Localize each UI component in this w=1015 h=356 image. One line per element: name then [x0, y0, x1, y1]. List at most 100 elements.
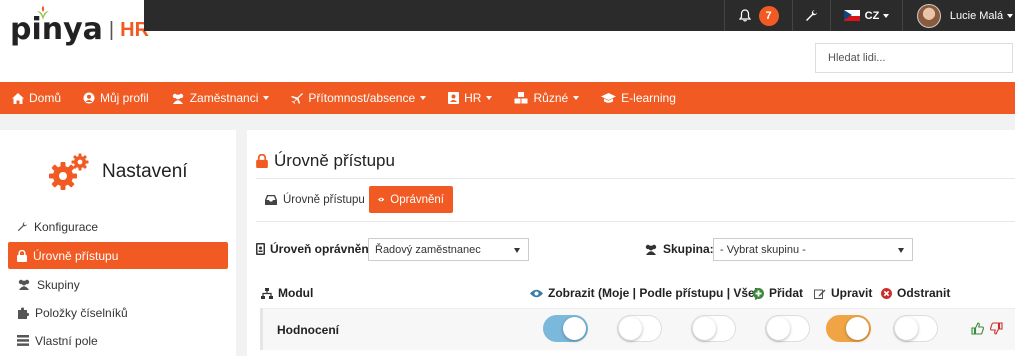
sidebar-item-label: Skupiny — [37, 277, 80, 292]
users-icon — [18, 279, 30, 290]
tab-label: Oprávnění — [390, 193, 444, 206]
chevron-down-icon — [898, 248, 904, 253]
sitemap-icon — [261, 287, 273, 299]
home-icon — [12, 92, 24, 104]
sidebar-item-custom-fields[interactable]: Vlastní pole — [8, 327, 228, 354]
nav-item-label: E-learning — [621, 91, 676, 105]
tab-label: Úrovně přístupu — [283, 193, 365, 206]
nav-item-elearning[interactable]: E-learning — [601, 91, 676, 105]
chevron-down-icon — [486, 96, 493, 100]
settings-button[interactable] — [792, 0, 830, 31]
czech-flag-icon — [843, 10, 860, 21]
language-selector[interactable]: CZ — [830, 0, 902, 31]
cubes-icon — [514, 92, 528, 104]
lock-icon — [256, 154, 268, 168]
bell-icon — [738, 9, 751, 22]
divider — [256, 221, 1015, 222]
nav-item-hr[interactable]: HR — [448, 91, 493, 105]
logo-separator: | — [108, 19, 115, 41]
main-nav: Domů Můj profil Zaměstnanci Přítomnost/a… — [0, 82, 1015, 114]
id-badge-icon — [256, 243, 265, 255]
nav-item-label: Různé — [533, 91, 569, 105]
nav-item-label: Zaměstnanci — [189, 91, 259, 105]
chevron-down-icon — [883, 13, 890, 18]
nav-item-home[interactable]: Domů — [12, 91, 61, 105]
toggle-edit[interactable] — [826, 315, 871, 342]
sidebar-item-label: Konfigurace — [34, 219, 99, 234]
chevron-down-icon — [573, 96, 580, 100]
tab-access-levels[interactable]: Úrovně přístupu — [256, 186, 374, 213]
sidebar-item-label: Vlastní pole — [35, 333, 98, 348]
chevron-down-icon — [263, 96, 270, 100]
nav-item-label: HR — [464, 91, 482, 105]
eye-icon — [378, 197, 385, 202]
sidebar-item-access-levels[interactable]: Úrovně přístupu — [8, 242, 228, 269]
chevron-down-icon — [1007, 13, 1014, 18]
table-row: Hodnocení — [260, 308, 1015, 350]
toggle-view-all[interactable] — [691, 315, 736, 342]
nav-item-label: Přítomnost/absence — [308, 91, 416, 105]
search-input[interactable]: Hledat lidi... — [815, 43, 1013, 73]
toggle-view-own[interactable] — [543, 315, 588, 342]
tab-permissions[interactable]: Oprávnění — [369, 186, 453, 213]
column-header-delete: Odstranit — [881, 286, 950, 300]
sidebar-item-groups[interactable]: Skupiny — [8, 271, 228, 298]
page-title: Úrovně přístupu — [256, 151, 395, 171]
sidebar-item-label: Úrovně přístupu — [33, 248, 119, 263]
eye-icon — [530, 289, 543, 297]
access-level-label-text: Úroveň oprávnění: — [270, 242, 377, 256]
access-level-value: Řadový zaměstnanec — [375, 244, 481, 256]
nav-item-misc[interactable]: Různé — [514, 91, 580, 105]
gears-icon — [49, 153, 89, 190]
language-label: CZ — [864, 9, 880, 22]
graduation-cap-icon — [601, 92, 617, 103]
column-header-label: Upravit — [831, 286, 873, 300]
access-level-select[interactable]: Řadový zaměstnanec — [368, 238, 529, 261]
plus-circle-icon — [753, 287, 764, 299]
notification-count-badge: 7 — [758, 5, 779, 26]
column-header-label: Zobrazit (Moje | Podle přístupu | Vše) — [548, 286, 759, 300]
column-header-module: Modul — [261, 286, 313, 300]
nav-item-label: Můj profil — [100, 91, 149, 105]
group-label: Skupina: — [644, 242, 714, 256]
thumbs-down-icon[interactable] — [990, 322, 1003, 335]
column-header-label: Přidat — [769, 286, 804, 300]
lock-icon — [17, 249, 27, 262]
users-icon — [645, 244, 657, 255]
nav-item-employees[interactable]: Zaměstnanci — [171, 91, 270, 105]
column-header-label: Odstranit — [897, 286, 951, 300]
toggle-view-by-access[interactable] — [617, 315, 662, 342]
plane-icon — [291, 93, 304, 104]
chevron-down-icon — [514, 248, 520, 253]
thumbs-up-icon[interactable] — [971, 322, 984, 335]
logo-text: pinya — [10, 12, 103, 47]
puzzle-icon — [18, 307, 29, 319]
sidebar-item-lookup-values[interactable]: Položky číselníků — [8, 299, 228, 326]
wrench-icon — [17, 221, 28, 232]
times-circle-icon — [881, 287, 892, 299]
group-select[interactable]: - Vybrat skupinu - — [713, 238, 913, 261]
user-circle-icon — [83, 92, 95, 104]
user-menu[interactable]: Lucie Malá — [902, 0, 1015, 31]
divider — [256, 178, 1015, 179]
sidebar-header: Nastavení — [48, 152, 188, 192]
sidebar-title: Nastavení — [102, 161, 188, 182]
nav-item-label: Domů — [29, 91, 62, 105]
access-level-label: Úroveň oprávnění: — [256, 242, 376, 256]
nav-item-my-profile[interactable]: Můj profil — [83, 91, 149, 105]
pinya-hr-logo[interactable]: pinya | HR — [10, 6, 149, 47]
toggle-delete[interactable] — [893, 315, 938, 342]
chevron-down-icon — [420, 96, 427, 100]
notifications-button[interactable]: 7 — [724, 0, 792, 31]
sidebar-item-configuration[interactable]: Konfigurace — [8, 213, 228, 240]
wrench-icon — [806, 10, 817, 21]
group-label-text: Skupina: — [663, 242, 714, 256]
sidebar-item-label: Položky číselníků — [35, 305, 128, 320]
toggle-add[interactable] — [765, 315, 810, 342]
column-header-add: Přidat — [753, 286, 803, 300]
group-value: - Vybrat skupinu - — [720, 244, 806, 256]
avatar — [916, 3, 941, 28]
nav-item-attendance[interactable]: Přítomnost/absence — [291, 91, 427, 105]
user-name: Lucie Malá — [949, 9, 1004, 22]
page-title-text: Úrovně přístupu — [274, 151, 395, 170]
